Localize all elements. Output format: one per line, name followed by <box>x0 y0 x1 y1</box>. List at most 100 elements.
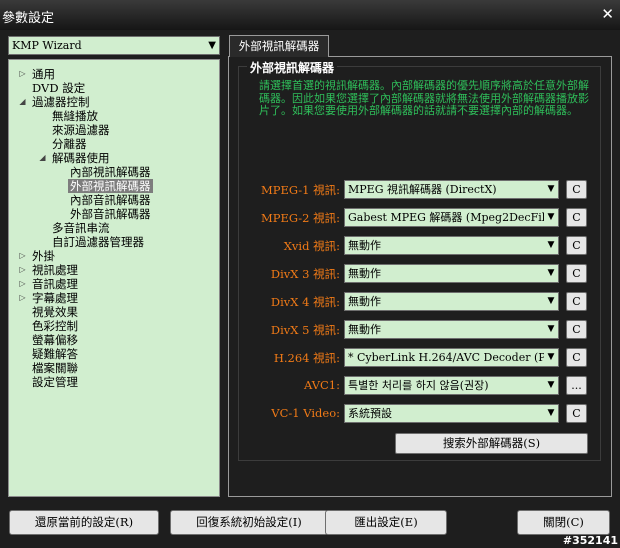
combo-value: 系統預設 <box>348 407 392 420</box>
tree-item-label: 視覺效果 <box>32 305 78 319</box>
restore-current-settings-button[interactable]: 還原當前的設定(R) <box>9 510 159 535</box>
tree-item-label: 過濾器控制 <box>32 95 90 109</box>
tree-item-settings-management[interactable]: 設定管理 <box>32 375 78 389</box>
xvid-config-button[interactable]: C <box>566 236 587 255</box>
divx3-decoder-select[interactable]: 無動作 ▼ <box>344 264 559 283</box>
tree-item-filter-control[interactable]: ◢ 過濾器控制 <box>18 95 90 109</box>
h264-decoder-select[interactable]: * CyberLink H.264/AVC Decoder (PDVI ▼ <box>344 348 559 367</box>
tree-item-multi-audio-stream[interactable]: 多音訊串流 <box>52 221 110 235</box>
combo-value: 無動作 <box>348 295 381 308</box>
tree-item-label: 來源過濾器 <box>52 123 110 137</box>
tree-item-splitter[interactable]: 分離器 <box>52 137 87 151</box>
mpeg1-config-button[interactable]: C <box>566 180 587 199</box>
combo-value: 無動作 <box>348 239 381 252</box>
divx3-config-button[interactable]: C <box>566 264 587 283</box>
divx4-label: DivX 4 視訊: <box>270 295 340 309</box>
combo-value: Gabest MPEG 解碼器 (Mpeg2DecFilter.a <box>348 211 559 224</box>
tree-item-label: 外部音訊解碼器 <box>70 207 151 221</box>
divx5-label: DivX 5 視訊: <box>270 323 340 337</box>
tree-item-troubleshooting[interactable]: 疑難解答 <box>32 347 78 361</box>
chevron-down-icon[interactable]: ▼ <box>544 237 558 254</box>
tree-item-label: 無縫播放 <box>52 109 98 123</box>
mpeg2-decoder-select[interactable]: Gabest MPEG 解碼器 (Mpeg2DecFilter.a ▼ <box>344 208 559 227</box>
mpeg2-config-button[interactable]: C <box>566 208 587 227</box>
expand-icon[interactable]: ▷ <box>18 293 27 302</box>
tab-external-video-decoder[interactable]: 外部視訊解碼器 <box>229 35 329 57</box>
combo-value: * CyberLink H.264/AVC Decoder (PDVI <box>348 351 559 364</box>
tree-item-plugins[interactable]: ▷ 外掛 <box>18 249 55 263</box>
tree-item-label: 音訊處理 <box>32 277 78 291</box>
chevron-down-icon[interactable]: ▼ <box>544 181 558 198</box>
group-title: 外部視訊解碼器 <box>247 59 338 76</box>
chevron-down-icon[interactable]: ▼ <box>544 209 558 226</box>
tree-item-label: 內部視訊解碼器 <box>70 165 151 179</box>
tree-item-general[interactable]: ▷ 通用 <box>18 67 55 81</box>
h264-label: H.264 視訊: <box>273 351 340 365</box>
expand-icon[interactable]: ▷ <box>18 279 27 288</box>
tree-item-visual-effects[interactable]: 視覺效果 <box>32 305 78 319</box>
chevron-down-icon[interactable]: ▼ <box>544 405 558 422</box>
divx4-config-button[interactable]: C <box>566 292 587 311</box>
collapse-icon[interactable]: ◢ <box>38 153 47 162</box>
h264-config-button[interactable]: C <box>566 348 587 367</box>
tree-item-file-association[interactable]: 檔案關聯 <box>32 361 78 375</box>
tree-item-video-processing[interactable]: ▷ 視訊處理 <box>18 263 78 277</box>
divx5-decoder-select[interactable]: 無動作 ▼ <box>344 320 559 339</box>
search-external-decoder-button[interactable]: 搜索外部解碼器(S) <box>395 433 588 454</box>
settings-tree[interactable]: ▷ 通用 DVD 設定 ◢ 過濾器控制 無縫播放 來源過濾器 分離器 ◢ 解碼器… <box>8 59 220 497</box>
tree-item-color-control[interactable]: 色彩控制 <box>32 319 78 333</box>
tree-item-seamless[interactable]: 無縫播放 <box>52 109 98 123</box>
vc1-config-button[interactable]: C <box>566 404 587 423</box>
chevron-down-icon[interactable]: ▼ <box>544 293 558 310</box>
tree-item-label: 設定管理 <box>32 375 78 389</box>
expand-icon[interactable]: ▷ <box>18 265 27 274</box>
tree-item-external-audio-decoder[interactable]: 外部音訊解碼器 <box>70 207 151 221</box>
avc1-more-button[interactable]: ... <box>566 376 587 395</box>
tree-item-label: 分離器 <box>52 137 87 151</box>
vc1-decoder-select[interactable]: 系統預設 ▼ <box>344 404 559 423</box>
tree-item-label: 外部視訊解碼器 <box>70 179 151 193</box>
avc1-label: AVC1: <box>303 378 340 392</box>
combo-value: 특별한 처리를 하지 않음(권장) <box>348 379 489 392</box>
tree-item-internal-audio-decoder[interactable]: 內部音訊解碼器 <box>70 193 151 207</box>
tree-item-source-filter[interactable]: 來源過濾器 <box>52 123 110 137</box>
preset-select[interactable]: KMP Wizard ▼ <box>8 36 220 55</box>
tree-item-label: 解碼器使用 <box>52 151 110 165</box>
export-settings-button[interactable]: 匯出設定(E) <box>325 510 447 535</box>
tree-item-label: DVD 設定 <box>32 81 86 95</box>
divx5-config-button[interactable]: C <box>566 320 587 339</box>
combo-value: 無動作 <box>348 267 381 280</box>
chevron-down-icon[interactable]: ▼ <box>208 37 216 54</box>
tree-item-label: 通用 <box>32 67 55 81</box>
chevron-down-icon[interactable]: ▼ <box>544 377 558 394</box>
vc1-label: VC-1 Video: <box>271 406 340 420</box>
chevron-down-icon[interactable]: ▼ <box>544 321 558 338</box>
combo-value: 無動作 <box>348 323 381 336</box>
watermark-text: #352141 <box>562 534 618 547</box>
tree-item-audio-processing[interactable]: ▷ 音訊處理 <box>18 277 78 291</box>
tree-item-custom-filter-manager[interactable]: 自訂過濾器管理器 <box>52 235 144 249</box>
expand-icon[interactable]: ▷ <box>18 251 27 260</box>
avc1-decoder-select[interactable]: 특별한 처리를 하지 않음(권장) ▼ <box>344 376 559 395</box>
tree-item-subtitle-processing[interactable]: ▷ 字幕處理 <box>18 291 78 305</box>
tree-item-label: 內部音訊解碼器 <box>70 193 151 207</box>
xvid-label: Xvid 視訊: <box>283 239 340 253</box>
tree-item-screen-offset[interactable]: 螢幕偏移 <box>32 333 78 347</box>
close-icon[interactable]: ✕ <box>601 5 614 23</box>
reset-default-settings-button[interactable]: 回復系統初始設定(I) <box>170 510 328 535</box>
expand-icon[interactable]: ▷ <box>18 69 27 78</box>
tree-item-external-video-decoder[interactable]: 外部視訊解碼器 <box>68 179 153 193</box>
tree-item-label: 外掛 <box>32 249 55 263</box>
tree-item-internal-video-decoder[interactable]: 內部視訊解碼器 <box>70 165 151 179</box>
tree-item-label: 檔案關聯 <box>32 361 78 375</box>
chevron-down-icon[interactable]: ▼ <box>544 349 558 366</box>
collapse-icon[interactable]: ◢ <box>18 97 27 106</box>
xvid-decoder-select[interactable]: 無動作 ▼ <box>344 236 559 255</box>
mpeg1-decoder-select[interactable]: MPEG 視訊解碼器 (DirectX) ▼ <box>344 180 559 199</box>
tree-item-dvd[interactable]: DVD 設定 <box>32 81 85 95</box>
divx4-decoder-select[interactable]: 無動作 ▼ <box>344 292 559 311</box>
divx3-label: DivX 3 視訊: <box>270 267 340 281</box>
close-button[interactable]: 關閉(C) <box>517 510 610 535</box>
chevron-down-icon[interactable]: ▼ <box>544 265 558 282</box>
tree-item-decoder-usage[interactable]: ◢ 解碼器使用 <box>38 151 110 165</box>
